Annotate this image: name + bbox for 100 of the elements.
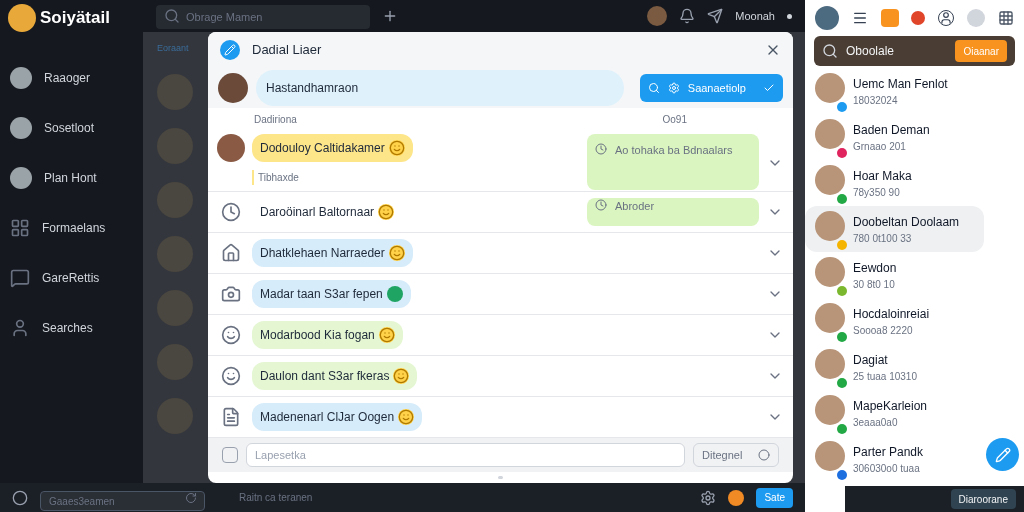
contact-item[interactable]: Parter Pandk 306030o0 tuaa xyxy=(805,436,984,482)
bottom-search-field[interactable]: Gaaes3eamen xyxy=(40,491,205,511)
avatar xyxy=(10,67,32,89)
contact-subtitle: 30 8t0 10 xyxy=(853,277,896,292)
document-icon xyxy=(221,407,241,427)
smiley-icon xyxy=(398,409,415,425)
message-bubble: Dhatklehaen Narraeder xyxy=(252,239,413,267)
avatar xyxy=(815,348,845,379)
avatar xyxy=(815,394,845,425)
add-icon[interactable] xyxy=(382,8,398,24)
app-name: Soiyätail xyxy=(40,7,110,30)
sidebar-item[interactable]: Formaelans xyxy=(0,216,143,240)
search-icon xyxy=(822,43,838,59)
contact-item[interactable]: Hocdaloinreiai Soooa8 2220 xyxy=(805,298,984,344)
avatar xyxy=(217,134,245,162)
search-icon xyxy=(647,82,660,94)
search-field[interactable]: Obrage Mamen xyxy=(156,5,370,29)
face-icon xyxy=(221,325,241,345)
section-label: Eoraant xyxy=(157,42,190,55)
search-icon xyxy=(164,8,180,24)
send-icon[interactable] xyxy=(707,8,724,24)
contact-subtitle: 780 0t100 33 xyxy=(853,231,913,246)
contacts-search-bar[interactable]: Oboolale Oiaanar xyxy=(814,36,1015,66)
circle-icon[interactable] xyxy=(12,489,28,506)
smiley-icon xyxy=(393,368,410,384)
grid-icon xyxy=(10,218,30,238)
avatar xyxy=(218,73,248,103)
compose-button[interactable] xyxy=(986,438,1019,471)
person-icon xyxy=(10,318,30,338)
contact-subtitle: Grnaao 201 xyxy=(853,139,907,154)
contact-name: Parter Pandk xyxy=(853,443,924,461)
avatar xyxy=(647,6,668,26)
avatar xyxy=(10,117,32,139)
check-icon xyxy=(763,82,775,94)
contact-name: Dagiat xyxy=(853,351,889,369)
bell-icon[interactable] xyxy=(679,8,696,24)
footer-button[interactable]: Diaroorane xyxy=(950,489,1016,509)
contact-subtitle: Soooa8 2220 xyxy=(853,323,914,338)
apps-icon[interactable] xyxy=(997,10,1014,26)
reply-bubble: Ao tohaka ba Bdnaalars xyxy=(587,134,759,190)
contact-name: Hocdaloinreiai xyxy=(853,305,930,323)
contact-item[interactable]: Hoar Maka 78y350 90 xyxy=(805,160,984,206)
clock-icon xyxy=(595,199,607,211)
message-bubble: Modarbood Kia fogan xyxy=(252,321,403,349)
message-bubble: Madenenarl ClJar Oogen xyxy=(252,403,423,431)
message-note: Tibhaxde xyxy=(252,170,299,185)
pencil-icon xyxy=(994,446,1011,463)
column-header: Oo91 xyxy=(662,112,687,127)
contact-item[interactable]: Uemc Man Fenlot 18032024 xyxy=(805,68,984,114)
avatar xyxy=(815,118,845,149)
sidebar-item[interactable]: Sosetloot xyxy=(0,116,143,140)
circle-icon xyxy=(758,449,770,461)
contact-name: Baden Deman xyxy=(853,121,930,139)
sidebar-item[interactable]: Plan Hont xyxy=(0,166,143,190)
contact-item[interactable]: Dagiat 25 tuaa 10310 xyxy=(805,344,984,390)
contact-name: MapeKarleion xyxy=(853,397,928,415)
contact-field[interactable]: Hastandhamraon xyxy=(256,70,624,106)
send-button[interactable]: Ditegnel xyxy=(693,443,779,467)
sidebar-item[interactable]: Searches xyxy=(0,316,143,340)
avatar xyxy=(815,72,845,103)
logo-avatar xyxy=(8,4,36,32)
house-icon xyxy=(221,243,241,263)
message-field[interactable]: Lapesetka xyxy=(246,443,685,467)
contact-item[interactable]: Baden Deman Grnaao 201 xyxy=(805,114,984,160)
chat-icon xyxy=(10,268,30,288)
refresh-icon[interactable] xyxy=(185,491,197,504)
settings-icon[interactable] xyxy=(700,489,717,506)
contact-name: Eewdon xyxy=(853,259,897,277)
column-header: Dadiriona xyxy=(254,112,297,127)
user-name[interactable]: Moonah xyxy=(735,7,775,25)
clock-icon xyxy=(221,202,241,222)
status-text: Raitn ca teranen xyxy=(239,491,314,505)
avatar xyxy=(815,302,845,333)
contact-subtitle: 3eaaa0a0 xyxy=(853,415,899,430)
avatar xyxy=(815,164,845,195)
smiley-icon xyxy=(378,327,395,343)
smiley-icon xyxy=(378,204,395,220)
contact-subtitle: 306030o0 tuaa xyxy=(853,461,921,476)
message-bubble: Madar taan S3ar fepen xyxy=(252,280,411,308)
reply-bubble: Abroder xyxy=(587,198,759,226)
gear-icon xyxy=(667,82,680,94)
avatar xyxy=(10,167,32,189)
sidebar-item[interactable]: GareRettis xyxy=(0,266,143,290)
contact-item[interactable]: Eewdon 30 8t0 10 xyxy=(805,252,984,298)
contact-subtitle: 25 tuaa 10310 xyxy=(853,369,917,384)
camera-icon xyxy=(221,284,241,304)
edit-icon xyxy=(220,40,240,60)
message-bubble: Daulon dant S3ar fkeras xyxy=(252,362,418,390)
contact-subtitle: 78y350 90 xyxy=(853,185,901,200)
avatar xyxy=(815,256,845,287)
contact-name: Hoar Maka xyxy=(853,167,912,185)
contact-item[interactable]: MapeKarleion 3eaaa0a0 xyxy=(805,390,984,436)
contact-name: Uemc Man Fenlot xyxy=(853,75,948,93)
message-bubble: Dodouloy Caltidakamer xyxy=(252,134,413,162)
avatar xyxy=(815,6,839,30)
smiley-icon xyxy=(388,245,405,261)
sidebar-item[interactable]: Raaoger xyxy=(0,66,143,90)
dialog-title: Dadial Liaer xyxy=(252,41,323,60)
contact-item[interactable]: Doobeltan Doolaam 780 0t100 33 xyxy=(805,206,984,252)
menu-icon[interactable] xyxy=(851,10,868,26)
